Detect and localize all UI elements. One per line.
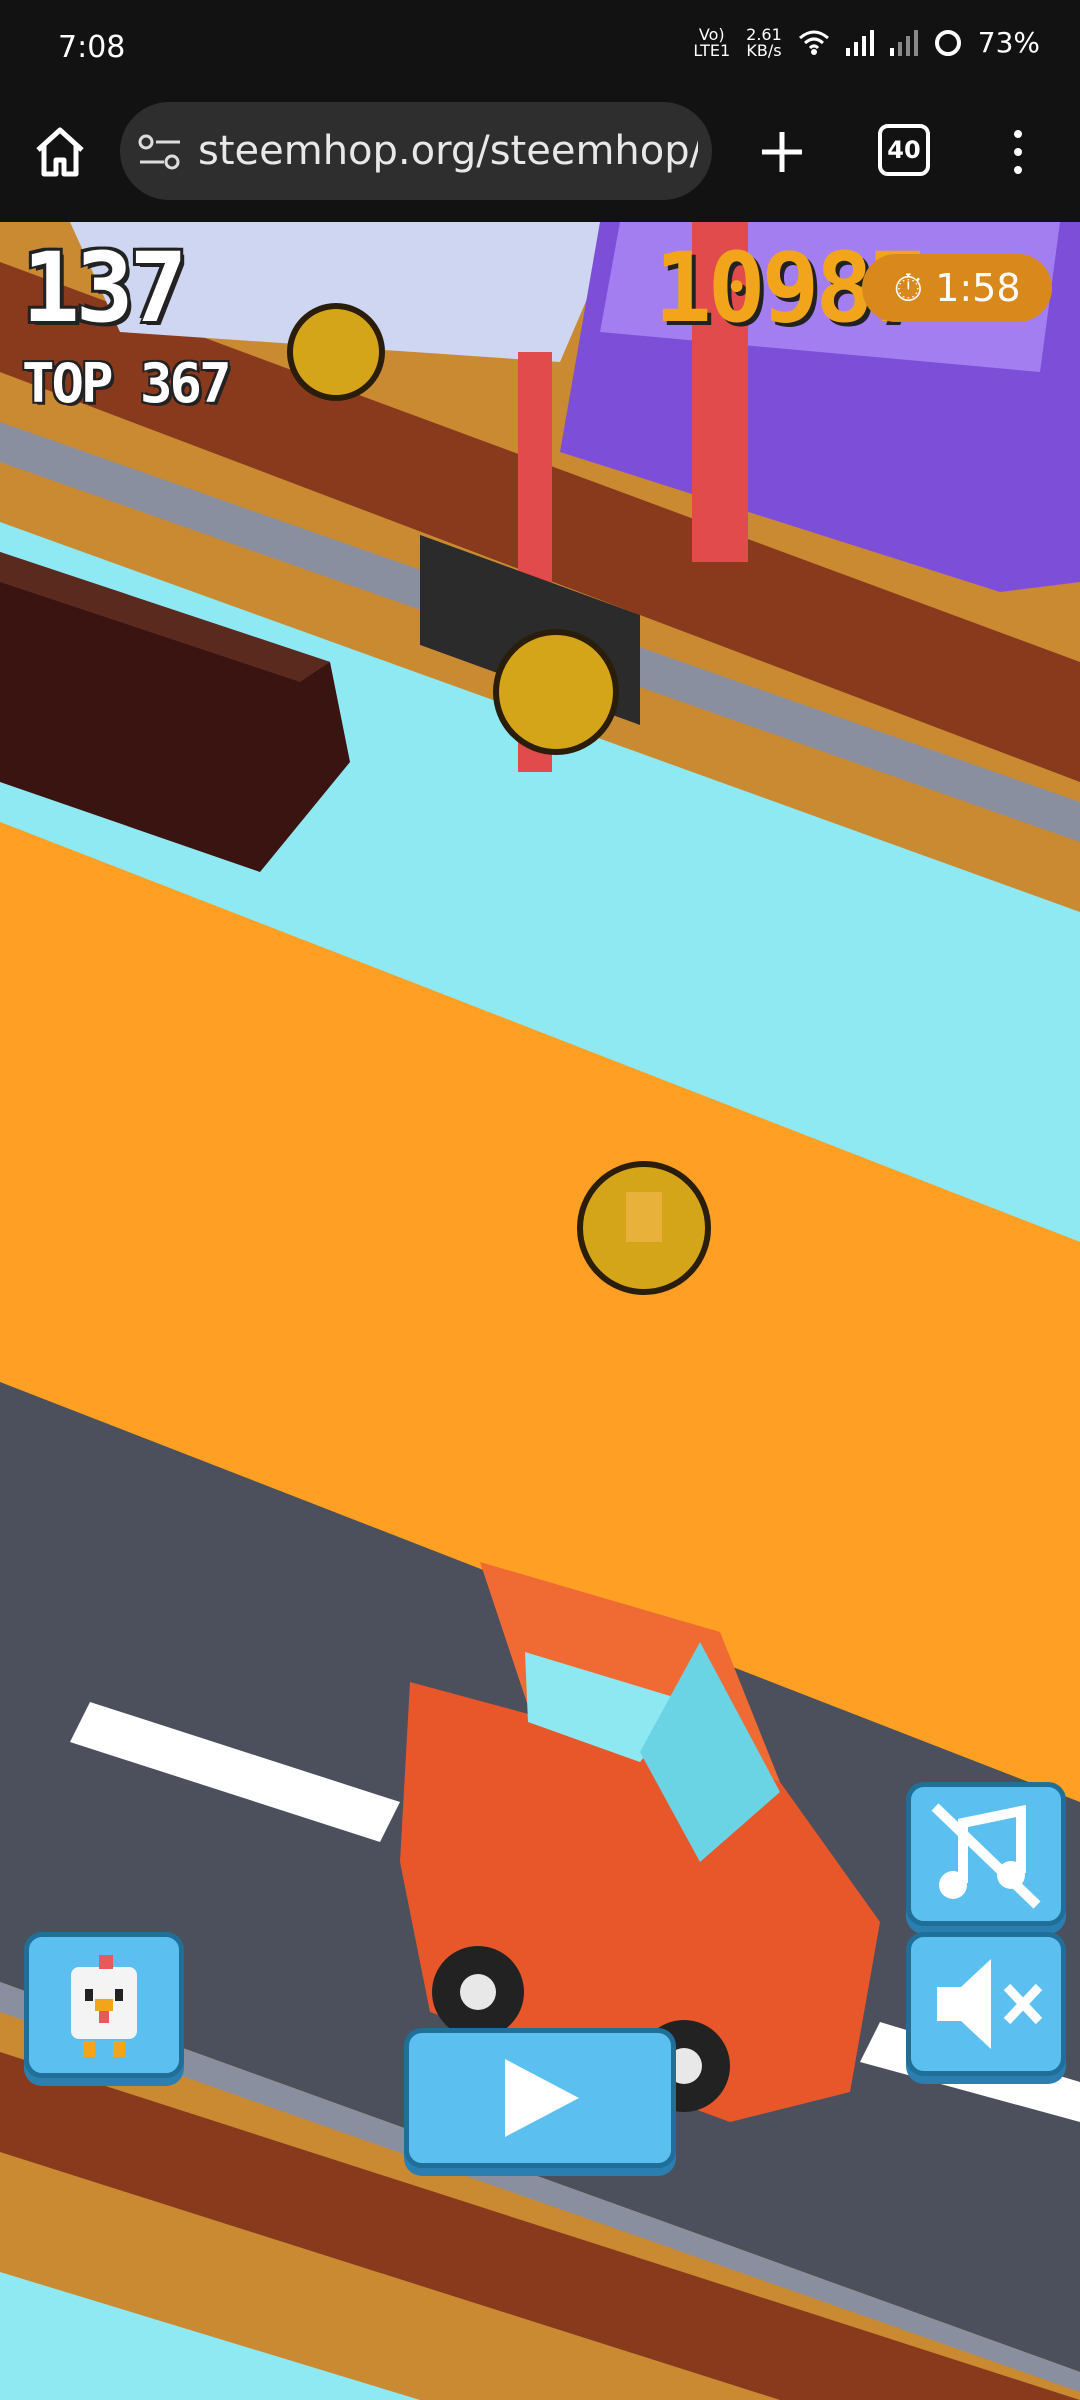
coin-2 — [493, 629, 619, 755]
score-counter: 137 — [22, 232, 187, 344]
status-bar: 7:08 Vo) LTE1 2.61 KB/s 73% — [0, 0, 1080, 100]
wifi-icon — [798, 30, 829, 55]
signal-icon — [845, 29, 874, 56]
chicken-icon — [71, 1955, 137, 2057]
timer-badge: ⏱ 1:58 — [862, 254, 1052, 322]
tune-icon[interactable] — [138, 132, 182, 172]
battery-level: 73% — [977, 26, 1040, 59]
music-toggle-button[interactable] — [906, 1782, 1066, 1926]
top-score: TOP 367 — [22, 352, 232, 415]
menu-icon[interactable] — [1006, 122, 1030, 182]
signal-icon-2 — [889, 29, 918, 56]
address-bar[interactable]: steemhop.org/steemhop/inc — [120, 102, 712, 200]
stopwatch-icon: ⏱ — [893, 266, 924, 310]
game-canvas[interactable]: 137 TOP 367 10987 ⏱ 1:58 — [0, 222, 1080, 2400]
url-text: steemhop.org/steemhop/inc — [198, 128, 698, 174]
coin-3 — [287, 303, 385, 401]
play-icon — [505, 2059, 579, 2137]
network-speed: 2.61 KB/s — [746, 24, 782, 60]
tab-count-button[interactable]: 40 — [878, 124, 930, 176]
network-type: Vo) LTE1 — [693, 24, 731, 60]
home-icon[interactable] — [30, 122, 90, 182]
plus-icon[interactable] — [752, 122, 812, 182]
sound-toggle-button[interactable] — [906, 1932, 1066, 2076]
music-off-icon — [931, 1803, 1041, 1909]
timer-value: 1:58 — [935, 266, 1021, 310]
mute-icon — [937, 1959, 1043, 2049]
browser-toolbar: steemhop.org/steemhop/inc 40 — [0, 100, 1080, 222]
play-button[interactable] — [404, 2028, 676, 2168]
coin-chick — [626, 1192, 662, 1242]
battery-icon — [934, 29, 961, 56]
status-icons: Vo) LTE1 2.61 KB/s 73% — [693, 26, 1040, 59]
character-select-button[interactable] — [24, 1932, 184, 2078]
status-time: 7:08 — [58, 30, 126, 65]
